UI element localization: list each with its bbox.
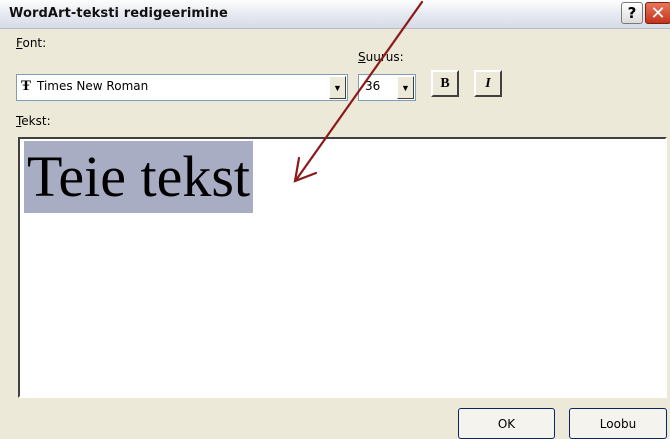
annotation-arrow	[293, 0, 424, 183]
annotation-arrow-shaft	[294, 0, 424, 182]
wordart-edit-dialog: WordArt-teksti redigeerimine ? ✕ Font: Ŧ…	[0, 0, 670, 439]
